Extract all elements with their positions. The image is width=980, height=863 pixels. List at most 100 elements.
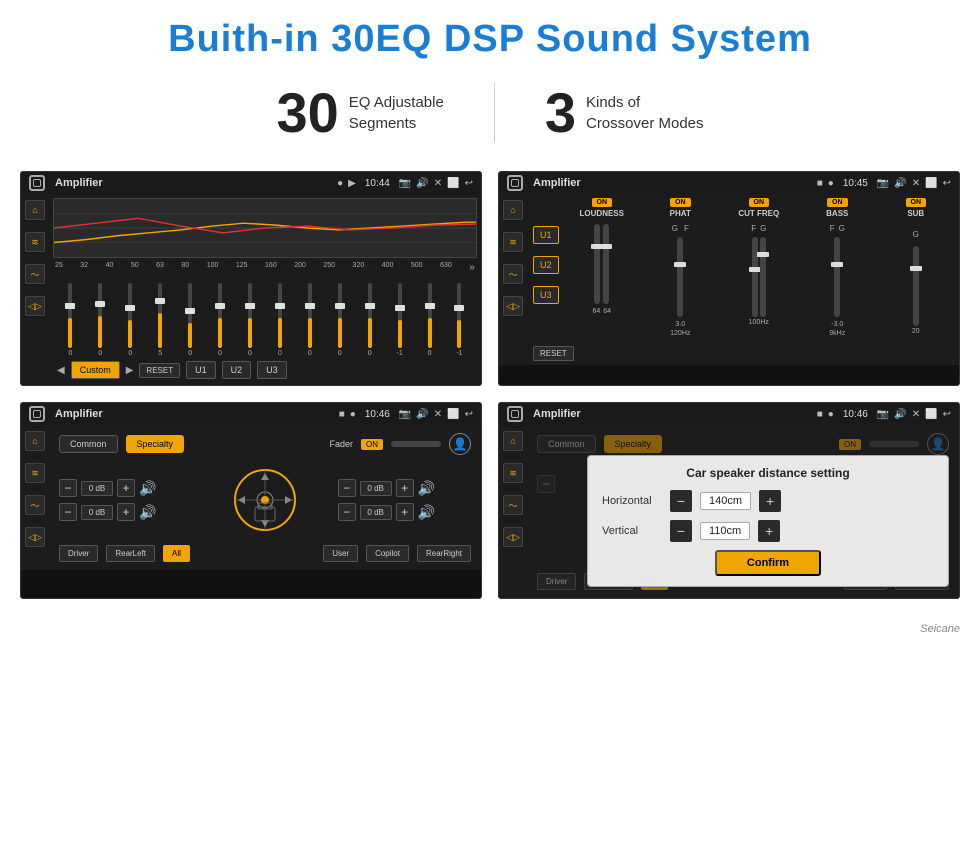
- vertical-plus-btn[interactable]: +: [758, 520, 780, 542]
- eq-slider-7: 0: [237, 283, 264, 357]
- s3-vol[interactable]: ◁▷: [25, 527, 45, 547]
- home-icon[interactable]: [29, 175, 45, 191]
- screen4-main: Common Specialty ON 👤 −: [527, 425, 959, 598]
- close-icon-2: ✕: [912, 178, 920, 189]
- custom-mode-btn[interactable]: Custom: [71, 361, 120, 379]
- rr-channel: − 0 dB + 🔊: [338, 503, 471, 521]
- s4-home[interactable]: ⌂: [503, 431, 523, 451]
- bass-slider[interactable]: [834, 237, 840, 317]
- prev-btn[interactable]: ◀: [57, 365, 65, 376]
- fader-on-btn[interactable]: ON: [361, 439, 383, 450]
- screen1-time: 10:44: [365, 178, 390, 189]
- dialog-title: Car speaker distance setting: [602, 466, 934, 480]
- s4-wave[interactable]: 〜: [503, 495, 523, 515]
- screen1-app-title: Amplifier: [55, 177, 333, 189]
- common-tab[interactable]: Common: [59, 435, 118, 453]
- eq-stat-desc: EQ Adjustable Segments: [349, 92, 444, 134]
- cutfreq-slider-2[interactable]: [760, 237, 766, 317]
- screen4-time: 10:46: [843, 409, 868, 420]
- fr-minus[interactable]: −: [338, 479, 356, 497]
- s3-wave[interactable]: 〜: [25, 495, 45, 515]
- fl-minus[interactable]: −: [59, 479, 77, 497]
- eq-stat-number: 30: [276, 85, 338, 141]
- driver-btn[interactable]: Driver: [59, 545, 98, 562]
- u2-btn[interactable]: U2: [222, 361, 252, 379]
- screen2-status-icons: ■ ● 10:45 📷 🔊 ✕ ⬜ ↩: [817, 178, 951, 189]
- volume-icon-3: 🔊: [416, 409, 428, 420]
- xo-loudness-col: ON LOUDNESS 64 64: [565, 198, 640, 337]
- s2-sidebar-vol[interactable]: ◁▷: [503, 296, 523, 316]
- back-icon: ↩: [465, 178, 473, 189]
- s2-sidebar-eq[interactable]: ≋: [503, 232, 523, 252]
- sidebar-home-icon[interactable]: ⌂: [25, 200, 45, 220]
- page-header: Buith-in 30EQ DSP Sound System: [0, 0, 980, 71]
- profile-icon-3[interactable]: 👤: [449, 433, 471, 455]
- xo-u2-btn[interactable]: U2: [533, 256, 559, 274]
- s4-eq[interactable]: ≋: [503, 463, 523, 483]
- loudness-slider-l[interactable]: [594, 224, 600, 304]
- cutfreq-on-btn[interactable]: ON: [749, 198, 770, 207]
- back-icon-3: ↩: [465, 409, 473, 420]
- xo-bass-col: ON BASS F G -3.0 9kHz: [800, 198, 875, 337]
- home-icon-2[interactable]: [507, 175, 523, 191]
- xo-reset-btn[interactable]: RESET: [533, 346, 574, 361]
- user-btn[interactable]: User: [323, 545, 358, 562]
- s3-home[interactable]: ⌂: [25, 431, 45, 451]
- volume-icon-4: 🔊: [894, 409, 906, 420]
- eq-slider-6: 0: [207, 283, 234, 357]
- expand-icon: ⬜: [447, 178, 459, 189]
- rr-minus[interactable]: −: [338, 503, 356, 521]
- sub-on-btn[interactable]: ON: [906, 198, 927, 207]
- rear-right-btn[interactable]: RearRight: [417, 545, 471, 562]
- s4-vol[interactable]: ◁▷: [503, 527, 523, 547]
- horizontal-minus-btn[interactable]: −: [670, 490, 692, 512]
- vertical-minus-btn[interactable]: −: [670, 520, 692, 542]
- phat-slider[interactable]: [677, 237, 683, 317]
- s2-sidebar-home[interactable]: ⌂: [503, 200, 523, 220]
- horizontal-value: 140cm: [700, 492, 751, 510]
- rl-minus[interactable]: −: [59, 503, 77, 521]
- s3-eq[interactable]: ≋: [25, 463, 45, 483]
- sub-slider[interactable]: [913, 246, 919, 326]
- specialty-tab[interactable]: Specialty: [126, 435, 185, 453]
- bass-on-btn[interactable]: ON: [827, 198, 848, 207]
- next-btn[interactable]: ▶: [126, 365, 134, 376]
- s4-specialty-tab: Specialty: [604, 435, 663, 453]
- fr-plus[interactable]: +: [396, 479, 414, 497]
- horizontal-plus-btn[interactable]: +: [759, 490, 781, 512]
- xo-u3-btn[interactable]: U3: [533, 286, 559, 304]
- screen1-statusbar: Amplifier ● ▶ 10:44 📷 🔊 ✕ ⬜ ↩: [21, 172, 481, 194]
- s4-profile-icon: 👤: [927, 433, 949, 455]
- rear-left-btn[interactable]: RearLeft: [106, 545, 155, 562]
- u1-btn[interactable]: U1: [186, 361, 216, 379]
- fader-slider[interactable]: [391, 441, 441, 447]
- xo-sub-col: ON SUB G 20: [879, 198, 954, 337]
- screen1-sidebar: ⌂ ≋ 〜 ◁▷: [21, 194, 49, 385]
- sidebar-wave-icon[interactable]: 〜: [25, 264, 45, 284]
- all-btn[interactable]: All: [163, 545, 190, 562]
- xo-u1-btn[interactable]: U1: [533, 226, 559, 244]
- close-icon-3: ✕: [434, 409, 442, 420]
- rr-db-value: 0 dB: [360, 505, 392, 520]
- rl-plus[interactable]: +: [117, 503, 135, 521]
- home-icon-3[interactable]: [29, 406, 45, 422]
- phat-on-btn[interactable]: ON: [670, 198, 691, 207]
- fl-plus[interactable]: +: [117, 479, 135, 497]
- eq-bottom-bar: ◀ Custom ▶ RESET U1 U2 U3: [53, 357, 477, 381]
- speaker-crosshair[interactable]: [198, 465, 331, 535]
- loudness-on-btn[interactable]: ON: [592, 198, 613, 207]
- home-icon-4[interactable]: [507, 406, 523, 422]
- s2-sidebar-wave[interactable]: 〜: [503, 264, 523, 284]
- loudness-slider-r[interactable]: [603, 224, 609, 304]
- confirm-btn[interactable]: Confirm: [715, 550, 821, 576]
- cutfreq-slider-1[interactable]: [752, 237, 758, 317]
- rr-plus[interactable]: +: [396, 503, 414, 521]
- s4-fader-on: ON: [839, 439, 861, 450]
- sidebar-eq-icon[interactable]: ≋: [25, 232, 45, 252]
- fl-speaker-icon: 🔊: [139, 480, 156, 497]
- sidebar-vol-icon[interactable]: ◁▷: [25, 296, 45, 316]
- copilot-btn[interactable]: Copilot: [366, 545, 409, 562]
- u3-btn[interactable]: U3: [257, 361, 287, 379]
- reset-btn-1[interactable]: RESET: [139, 363, 180, 378]
- rl-speaker-icon: 🔊: [139, 504, 156, 521]
